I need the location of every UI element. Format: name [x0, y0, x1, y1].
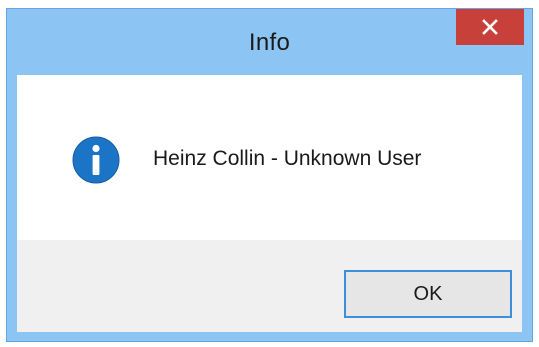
ok-button-label: OK — [413, 282, 443, 305]
dialog-body: Heinz Collin - Unknown User OK — [17, 75, 522, 332]
message-area: Heinz Collin - Unknown User — [17, 75, 522, 240]
message-text: Heinz Collin - Unknown User — [153, 147, 422, 170]
button-bar: OK — [17, 240, 522, 332]
close-button[interactable] — [456, 9, 524, 45]
close-icon — [482, 19, 498, 35]
info-icon — [72, 136, 120, 184]
title-bar[interactable]: Info — [7, 9, 532, 75]
dialog-title: Info — [248, 29, 291, 56]
ok-button[interactable]: OK — [344, 270, 512, 318]
screen: Info Heinz Collin - Unknown User OK — [0, 0, 539, 347]
info-dialog: Info Heinz Collin - Unknown User OK — [6, 8, 533, 342]
